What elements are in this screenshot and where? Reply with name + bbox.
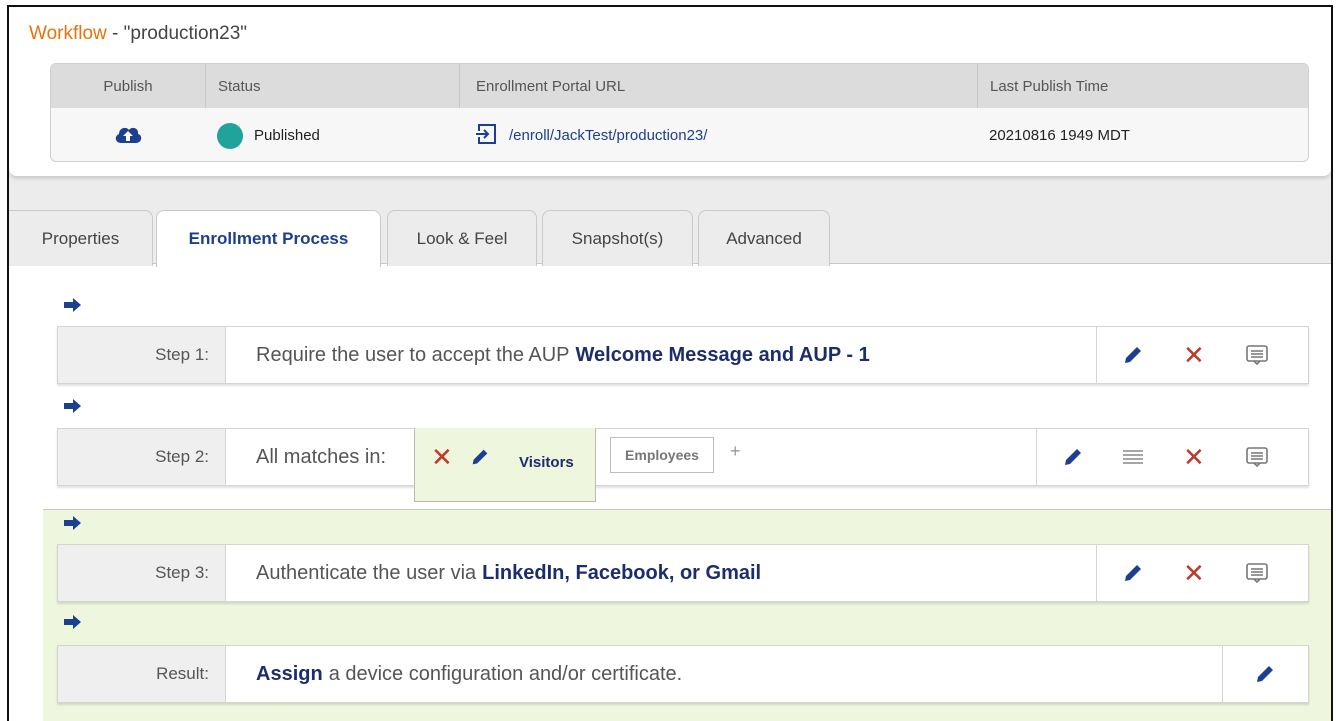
step-text: Require the user to accept the AUP bbox=[256, 343, 570, 366]
arrow-right-icon bbox=[64, 516, 81, 530]
last-publish-time: 20210816 1949 MDT bbox=[989, 127, 1130, 144]
result-label: Result: bbox=[58, 646, 226, 702]
step-actions: ✕ bbox=[1036, 429, 1308, 485]
rule-tab-label[interactable]: Visitors bbox=[519, 454, 574, 471]
title-name: "production23" bbox=[123, 23, 248, 44]
result-description: Assign a device configuration and/or cer… bbox=[256, 646, 682, 702]
rule-tab-visitors[interactable]: ✕ Visitors bbox=[414, 428, 596, 502]
message-icon[interactable] bbox=[1245, 446, 1269, 468]
close-icon[interactable]: ✕ bbox=[431, 444, 453, 470]
sign-in-icon[interactable] bbox=[475, 123, 497, 149]
portal-url-cell: /enroll/JackTest/production23/ bbox=[459, 108, 977, 161]
close-icon[interactable]: ✕ bbox=[1183, 444, 1205, 470]
status-cell: Published bbox=[205, 108, 459, 161]
publish-table-header: Publish Status Enrollment Portal URL Las… bbox=[51, 64, 1308, 108]
publish-cell bbox=[51, 108, 205, 161]
step-description: Require the user to accept the AUP Welco… bbox=[256, 327, 870, 383]
publish-table: Publish Status Enrollment Portal URL Las… bbox=[50, 63, 1309, 162]
page-title: Workflow - "production23" bbox=[29, 23, 247, 45]
tab-look-and-feel[interactable]: Look & Feel bbox=[387, 210, 537, 266]
result-highlight[interactable]: Assign bbox=[256, 663, 323, 686]
message-icon[interactable] bbox=[1245, 562, 1269, 584]
rule-tab-employees[interactable]: Employees bbox=[610, 437, 714, 473]
workflow-frame: Workflow - "production23" Publish Status… bbox=[7, 5, 1333, 721]
step-description: All matches in: bbox=[256, 429, 386, 485]
step-actions: ✕ bbox=[1096, 545, 1308, 601]
header-status: Status bbox=[205, 64, 459, 108]
header-publish: Publish bbox=[103, 77, 153, 95]
step-highlight[interactable]: Welcome Message and AUP - 1 bbox=[576, 344, 870, 367]
menu-icon[interactable] bbox=[1121, 447, 1145, 467]
step-actions: ✕ bbox=[1096, 327, 1308, 383]
result-text: a device configuration and/or certificat… bbox=[328, 662, 683, 685]
arrow-right-icon bbox=[64, 615, 81, 629]
step-label: Step 3: bbox=[58, 545, 226, 601]
step-label: Step 2: bbox=[58, 429, 226, 485]
cloud-upload-icon[interactable] bbox=[113, 123, 143, 149]
step-description: Authenticate the user via LinkedIn, Face… bbox=[256, 545, 761, 601]
workflow-header: Workflow - "production23" Publish Status… bbox=[9, 7, 1331, 177]
title-separator: - bbox=[106, 23, 124, 44]
status-badge: Published bbox=[254, 127, 320, 144]
tab-snapshots[interactable]: Snapshot(s) bbox=[542, 210, 693, 266]
step-text: Authenticate the user via bbox=[256, 561, 477, 584]
publish-table-row: Published /enroll/JackTest/production23/… bbox=[51, 108, 1308, 161]
arrow-right-icon bbox=[64, 399, 81, 413]
tab-properties[interactable]: Properties bbox=[9, 210, 153, 266]
pencil-icon[interactable] bbox=[1253, 662, 1277, 686]
title-prefix: Workflow bbox=[29, 23, 107, 44]
result-row: Result: Assign a device configuration an… bbox=[57, 645, 1309, 703]
pencil-icon[interactable] bbox=[1121, 343, 1145, 367]
add-rule-button[interactable]: + bbox=[730, 441, 741, 462]
step-label: Step 1: bbox=[58, 327, 226, 383]
step-text: All matches in: bbox=[256, 445, 387, 468]
arrow-right-icon bbox=[64, 298, 81, 312]
tab-advanced[interactable]: Advanced bbox=[698, 210, 830, 266]
close-icon[interactable]: ✕ bbox=[1183, 342, 1205, 368]
pencil-icon[interactable] bbox=[469, 446, 491, 468]
result-actions bbox=[1222, 646, 1308, 702]
message-icon[interactable] bbox=[1245, 344, 1269, 366]
pencil-icon[interactable] bbox=[1061, 445, 1085, 469]
tab-enrollment-process[interactable]: Enrollment Process bbox=[156, 210, 381, 267]
header-portal-url: Enrollment Portal URL bbox=[459, 64, 977, 108]
portal-url-link[interactable]: /enroll/JackTest/production23/ bbox=[509, 127, 707, 144]
status-indicator-icon bbox=[217, 122, 243, 149]
header-last-publish: Last Publish Time bbox=[977, 64, 1308, 108]
step-3-row: Step 3: Authenticate the user via Linked… bbox=[57, 544, 1309, 602]
step-2-row: Step 2: All matches in: ✕ Visitors Emplo… bbox=[57, 428, 1309, 502]
close-icon[interactable]: ✕ bbox=[1183, 560, 1205, 586]
pencil-icon[interactable] bbox=[1121, 561, 1145, 585]
step-1-row: Step 1: Require the user to accept the A… bbox=[57, 326, 1309, 384]
step-highlight[interactable]: LinkedIn, Facebook, or Gmail bbox=[482, 562, 761, 585]
